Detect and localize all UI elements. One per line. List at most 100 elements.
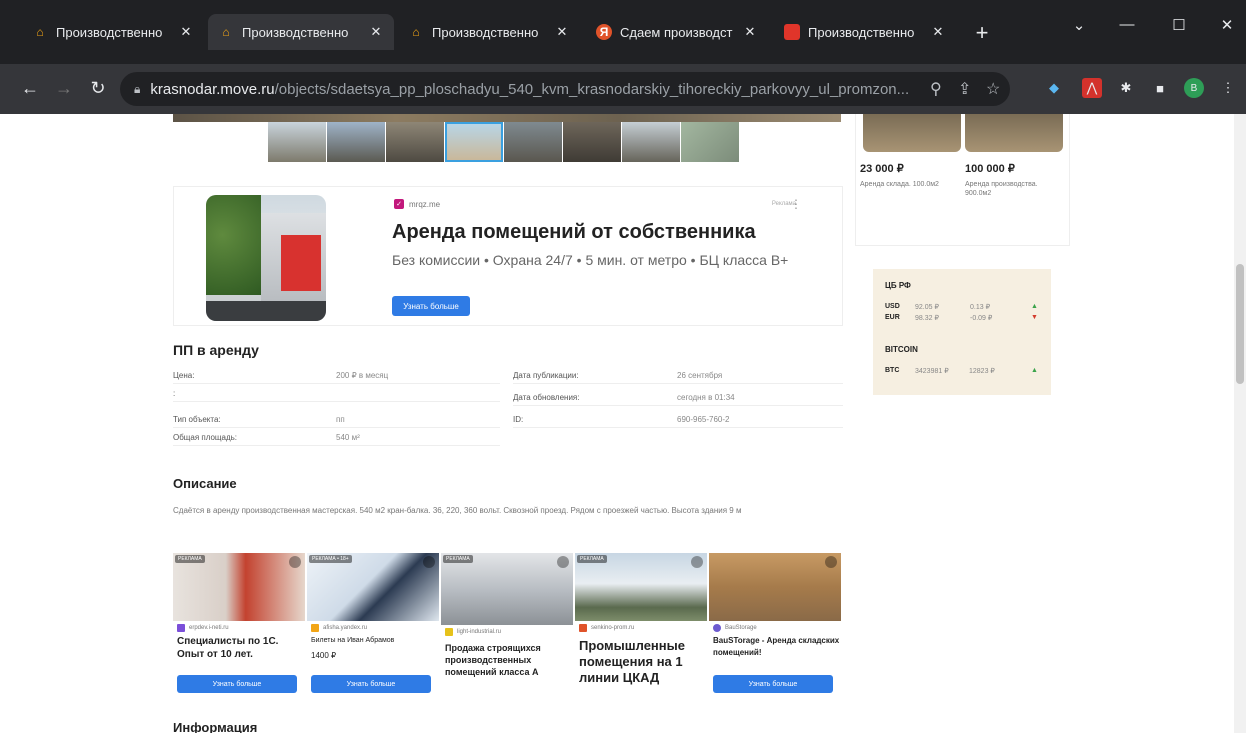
- ad-card-image: РЕКЛАМА • 18+: [307, 553, 439, 621]
- menu-kebab-icon[interactable]: ⋮: [1218, 78, 1238, 98]
- lock-icon[interactable]: 🔒︎: [134, 82, 140, 97]
- listing-heading: ПП в аренду: [173, 342, 259, 358]
- photo-thumbnail[interactable]: [268, 122, 326, 162]
- ad-card[interactable]: РЕКЛАМА erpdev.i-neti.ru Специалисты по …: [173, 553, 305, 701]
- maximize-button[interactable]: ☐: [1164, 16, 1194, 34]
- info-icon[interactable]: [691, 556, 703, 568]
- ad-card-button[interactable]: Узнать больше: [177, 675, 297, 693]
- offer-price[interactable]: 23 000 ₽: [860, 162, 904, 175]
- close-tab-icon[interactable]: ✕: [368, 24, 384, 40]
- ad-banner[interactable]: ✓ mrqz.me Реклама ⋮ Аренда помещений от …: [173, 186, 843, 326]
- reload-icon[interactable]: ↻: [86, 78, 110, 99]
- offer-image[interactable]: [965, 114, 1063, 152]
- fx-value: 3423981 ₽: [915, 368, 949, 375]
- photo-thumbnail[interactable]: [563, 122, 621, 162]
- photo-thumbnail[interactable]: [504, 122, 562, 162]
- extension-gem-icon[interactable]: ◆: [1044, 78, 1064, 98]
- photo-thumbnail[interactable]: [622, 122, 680, 162]
- tab-5[interactable]: Производственно ✕: [774, 14, 956, 50]
- detail-value: пп: [336, 415, 345, 424]
- detail-row: Дата публикации: 26 сентября: [513, 366, 843, 384]
- ad-card-title: Билеты на Иван Абрамов: [311, 637, 395, 644]
- info-icon[interactable]: [423, 556, 435, 568]
- tab-2[interactable]: ⌂ Производственно ✕: [208, 14, 394, 50]
- ad-card-button[interactable]: Узнать больше: [311, 675, 431, 693]
- ad-card-image: РЕКЛАМА: [575, 553, 707, 621]
- detail-row: Цена: 200 ₽ в месяц: [173, 366, 500, 384]
- side-panel-icon[interactable]: ■: [1150, 78, 1170, 98]
- bookmark-star-icon[interactable]: ☆: [986, 79, 1000, 99]
- ad-card-title: Продажа строящихся производственных поме…: [445, 643, 541, 677]
- tab-search-icon[interactable]: ⌄: [1064, 16, 1094, 34]
- ad-card-tag: РЕКЛАМА • 18+: [309, 555, 352, 563]
- detail-value: сегодня в 01:34: [677, 393, 735, 402]
- ad-card-image: РЕКЛАМА: [441, 553, 573, 625]
- offer-price[interactable]: 100 000 ₽: [965, 162, 1015, 175]
- photo-thumbnail-selected[interactable]: [445, 122, 503, 162]
- down-arrow-icon: ▼: [1031, 314, 1038, 321]
- profile-avatar[interactable]: B: [1184, 78, 1204, 98]
- close-tab-icon[interactable]: ✕: [554, 24, 570, 40]
- back-arrow-icon[interactable]: ←: [18, 78, 42, 99]
- close-window-button[interactable]: ✕: [1212, 16, 1242, 34]
- description-text: Сдаётся в аренду производственная мастер…: [173, 506, 742, 515]
- main-photo-bottom: [173, 114, 841, 122]
- ad-card-tag: РЕКЛАМА: [443, 555, 473, 563]
- ad-learn-more-button[interactable]: Узнать больше: [392, 296, 470, 316]
- photo-thumbnails: [268, 122, 739, 162]
- info-icon[interactable]: [557, 556, 569, 568]
- forward-arrow-icon[interactable]: →: [52, 78, 76, 99]
- tab-title: Производственно: [432, 24, 539, 40]
- detail-row: Общая площадь: 540 м²: [173, 428, 500, 446]
- detail-key: Дата обновления:: [513, 393, 580, 402]
- ad-card-source: senkino-prom.ru: [591, 625, 635, 631]
- fx-heading: ЦБ РФ: [885, 281, 911, 290]
- photo-thumbnail[interactable]: [327, 122, 385, 162]
- new-tab-button[interactable]: +: [970, 20, 994, 46]
- share-icon[interactable]: ⇪: [958, 79, 971, 99]
- tab-1[interactable]: ⌂ Производственно ✕: [22, 14, 204, 50]
- ad-card-source: light-industrial.ru: [457, 629, 502, 635]
- ad-card-source: afisha.yandex.ru: [323, 625, 368, 631]
- ad-card-button[interactable]: Узнать больше: [713, 675, 833, 693]
- ad-card-price: 1400 ₽: [311, 651, 337, 660]
- photo-thumbnail[interactable]: [386, 122, 444, 162]
- ad-card[interactable]: РЕКЛАМА • 18+ afisha.yandex.ru Билеты на…: [307, 553, 439, 701]
- close-tab-icon[interactable]: ✕: [930, 24, 946, 40]
- ad-card[interactable]: РЕКЛАМА light-industrial.ru Продажа стро…: [441, 553, 573, 701]
- offer-image[interactable]: [863, 114, 961, 152]
- puzzle-extensions-icon[interactable]: ✱: [1116, 78, 1136, 98]
- avito-icon: [784, 24, 800, 40]
- tab-strip: ⌂ Производственно ✕ ⌂ Производственно ✕ …: [0, 0, 1246, 64]
- tab-3[interactable]: ⌂ Производственно ✕: [398, 14, 580, 50]
- map-thumbnail[interactable]: [681, 122, 739, 162]
- detail-value: 690-965-760-2: [677, 415, 730, 424]
- info-icon[interactable]: [825, 556, 837, 568]
- offer-description: Аренда производства. 900.0м2: [965, 181, 1038, 197]
- fx-value: 98.32 ₽: [915, 315, 939, 322]
- ad-source[interactable]: ✓ mrqz.me: [394, 199, 440, 209]
- close-tab-icon[interactable]: ✕: [178, 24, 194, 40]
- scrollbar[interactable]: [1234, 114, 1246, 733]
- fx-change: 0.13 ₽: [970, 304, 991, 311]
- similar-offers: 23 000 ₽ 100 000 ₽ Аренда склада. 100.0м…: [855, 114, 1070, 246]
- zoom-search-icon[interactable]: ⚲: [930, 79, 942, 99]
- info-icon[interactable]: [289, 556, 301, 568]
- tab-4[interactable]: Я Сдаем производст ✕: [586, 14, 768, 50]
- ad-card-title: Промышленные помещения на 1 линии ЦКАД: [579, 638, 685, 685]
- ad-menu-icon[interactable]: ⋮: [790, 197, 802, 211]
- ad-card[interactable]: BauStorage BauSTorage - Аренда складских…: [709, 553, 841, 701]
- scrollbar-thumb[interactable]: [1236, 264, 1244, 384]
- detail-key: Тип объекта:: [173, 415, 221, 424]
- address-bar[interactable]: 🔒︎ krasnodar.move.ru /objects/sdaetsya_p…: [120, 72, 1010, 106]
- ad-card[interactable]: РЕКЛАМА senkino-prom.ru Промышленные пом…: [575, 553, 707, 701]
- source-icon: [177, 624, 185, 632]
- info-heading: Информация: [173, 720, 258, 733]
- ad-title[interactable]: Аренда помещений от собственника: [392, 221, 756, 244]
- pdf-extension-icon[interactable]: ⋀: [1082, 78, 1102, 98]
- source-icon: [579, 624, 587, 632]
- fx-change: 12823 ₽: [969, 368, 995, 375]
- minimize-button[interactable]: —: [1112, 16, 1142, 33]
- house-icon: ⌂: [412, 25, 420, 39]
- close-tab-icon[interactable]: ✕: [742, 24, 758, 40]
